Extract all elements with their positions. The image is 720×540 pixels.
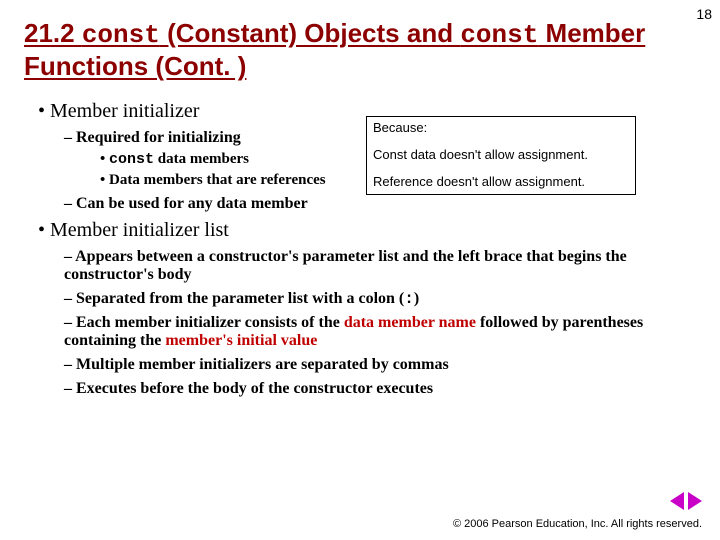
title-kw1: const xyxy=(82,20,160,50)
each-pre: Each member initializer consists of the xyxy=(76,314,344,331)
colon-post: ) xyxy=(414,290,419,307)
bullet-member-initializer-list: Member initializer list Appears between … xyxy=(38,219,696,398)
title-mid: (Constant) Objects and xyxy=(160,18,460,48)
each-red2: member's initial value xyxy=(165,332,317,349)
sub-required-text: Required for initializing xyxy=(76,129,241,146)
slide-title: 21.2 const (Constant) Objects and const … xyxy=(24,18,664,82)
prev-slide-button[interactable] xyxy=(670,492,684,510)
bullet-label-2: Member initializer list xyxy=(38,219,229,241)
nav-buttons xyxy=(670,492,702,510)
title-kw2: const xyxy=(460,20,538,50)
sub-any-data-member: Can be used for any data member xyxy=(64,195,696,213)
next-slide-button[interactable] xyxy=(688,492,702,510)
sub-executes-before: Executes before the body of the construc… xyxy=(64,380,696,398)
each-red1: data member name xyxy=(344,314,476,331)
sub-appears-between: Appears between a constructor's paramete… xyxy=(64,248,664,284)
slide: 18 21.2 const (Constant) Objects and con… xyxy=(0,0,720,540)
subsub-rest: data members xyxy=(154,151,249,167)
copyright-text: 2006 Pearson Education, Inc. All rights … xyxy=(464,518,702,530)
copyright-symbol: © xyxy=(453,518,461,530)
callout-header: Because: xyxy=(373,120,629,137)
sub-multiple-commas: Multiple member initializers are separat… xyxy=(64,356,696,374)
bullet-label: Member initializer xyxy=(38,100,199,122)
sub-each-member: Each member initializer consists of the … xyxy=(64,314,664,350)
footer: © 2006 Pearson Education, Inc. All right… xyxy=(453,518,702,530)
callout-line1: Const data doesn't allow assignment. xyxy=(373,147,629,164)
colon-pre: Separated from the parameter list with a… xyxy=(76,290,404,307)
sub-separated-colon: Separated from the parameter list with a… xyxy=(64,290,696,308)
callout-because: Because: Const data doesn't allow assign… xyxy=(366,116,636,195)
callout-line2: Reference doesn't allow assignment. xyxy=(373,174,629,191)
colon-kw: : xyxy=(404,290,414,308)
kw-const: const xyxy=(109,151,154,168)
title-prefix: 21.2 xyxy=(24,18,82,48)
page-number: 18 xyxy=(696,6,712,22)
